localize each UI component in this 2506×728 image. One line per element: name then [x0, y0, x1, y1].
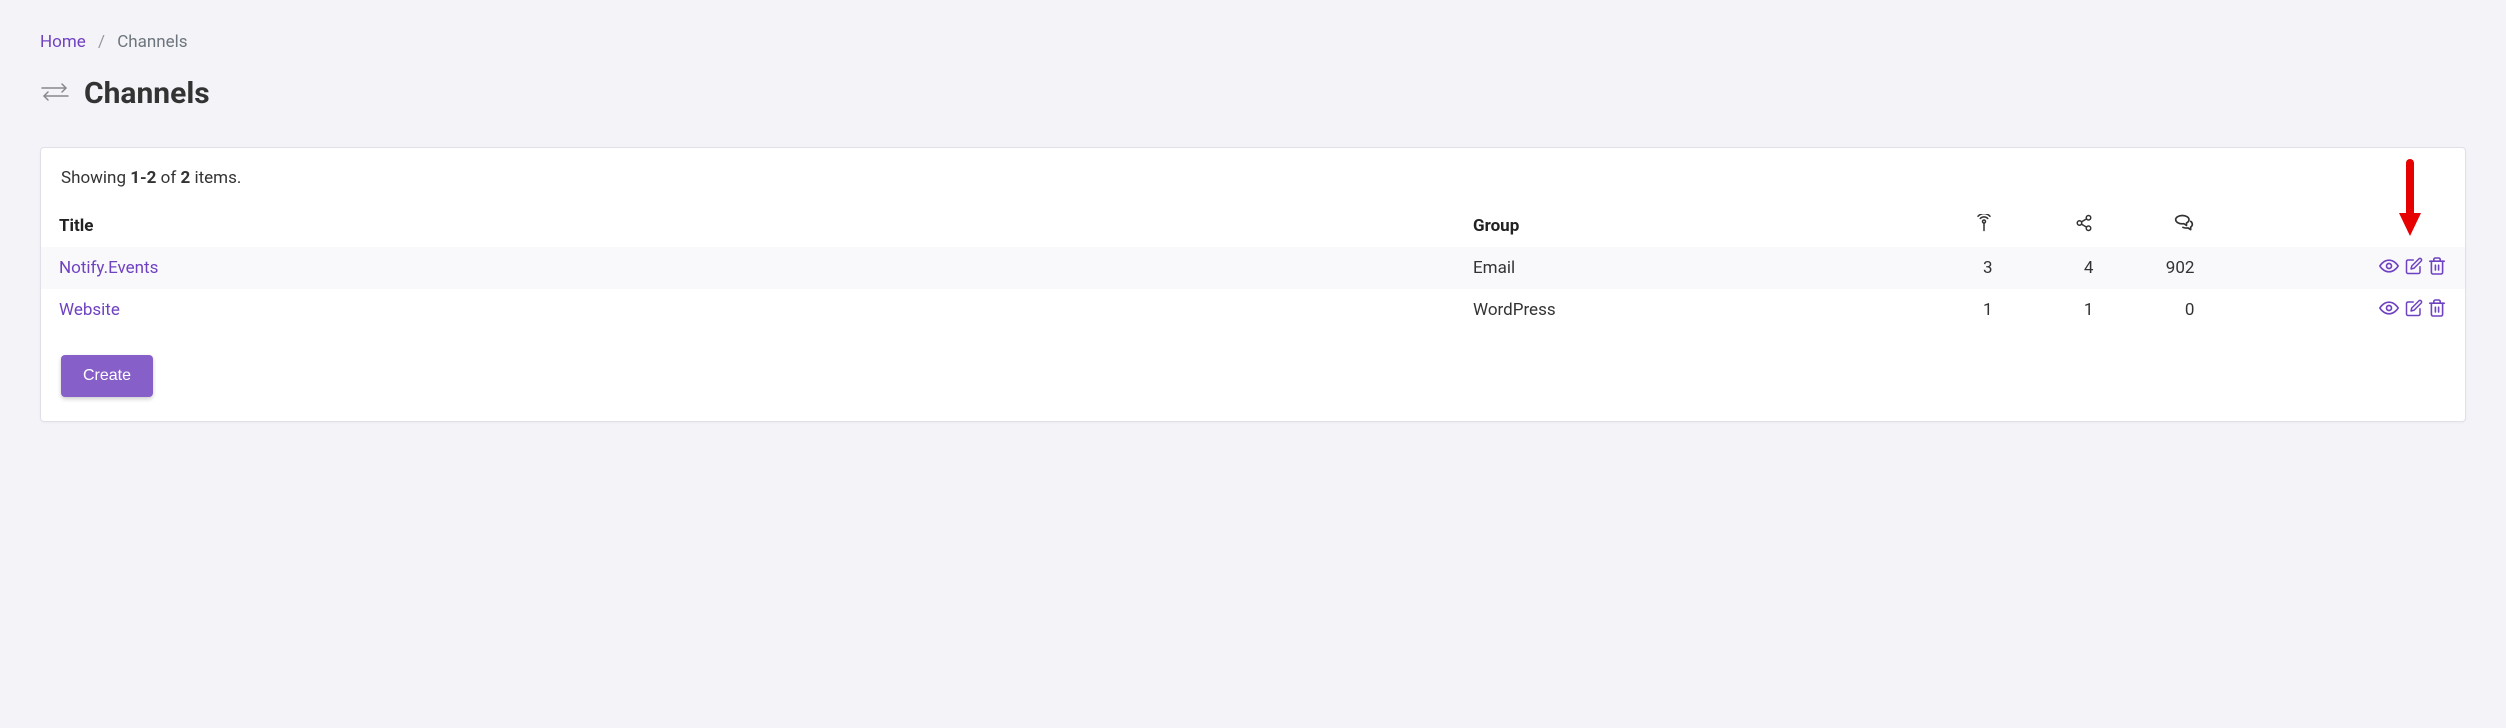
- table-row: Website WordPress 1 1 0: [41, 289, 2465, 331]
- share-icon: [2075, 214, 2093, 237]
- breadcrumb-current: Channels: [117, 32, 187, 52]
- delete-icon[interactable]: [2429, 299, 2445, 317]
- channels-card: Showing 1-2 of 2 items. Title Group: [40, 147, 2466, 422]
- breadcrumb-separator: /: [98, 32, 105, 52]
- page-header: Channels: [40, 76, 2466, 111]
- channel-group: Email: [1455, 247, 1910, 289]
- delete-icon[interactable]: [2429, 257, 2445, 275]
- breadcrumb: Home / Channels: [40, 32, 2466, 52]
- channel-messages-count: 902: [2111, 247, 2212, 289]
- column-header-title[interactable]: Title: [41, 204, 1455, 247]
- column-header-group[interactable]: Group: [1455, 204, 1910, 247]
- breadcrumb-home-link[interactable]: Home: [40, 32, 86, 52]
- channels-table: Title Group: [41, 204, 2465, 331]
- column-header-subscribers: [2011, 204, 2112, 247]
- broadcast-icon: [1975, 214, 1993, 237]
- channel-title-link[interactable]: Website: [59, 300, 120, 320]
- edit-icon[interactable]: [2405, 299, 2423, 317]
- swap-arrows-icon: [40, 80, 70, 108]
- column-header-messages: [2111, 204, 2212, 247]
- edit-icon[interactable]: [2405, 257, 2423, 275]
- chat-icon: [2174, 214, 2194, 237]
- channel-sources-count: 3: [1910, 247, 2011, 289]
- channel-subscribers-count: 4: [2011, 247, 2112, 289]
- column-header-sources: [1910, 204, 2011, 247]
- column-header-actions: [2212, 204, 2465, 247]
- table-row: Notify.Events Email 3 4 902: [41, 247, 2465, 289]
- view-icon[interactable]: [2379, 258, 2399, 274]
- channel-sources-count: 1: [1910, 289, 2011, 331]
- channel-title-link[interactable]: Notify.Events: [59, 258, 158, 278]
- showing-summary: Showing 1-2 of 2 items.: [41, 168, 2465, 204]
- create-button[interactable]: Create: [61, 355, 153, 397]
- page-title: Channels: [84, 76, 210, 111]
- channel-subscribers-count: 1: [2011, 289, 2112, 331]
- channel-messages-count: 0: [2111, 289, 2212, 331]
- view-icon[interactable]: [2379, 300, 2399, 316]
- channel-group: WordPress: [1455, 289, 1910, 331]
